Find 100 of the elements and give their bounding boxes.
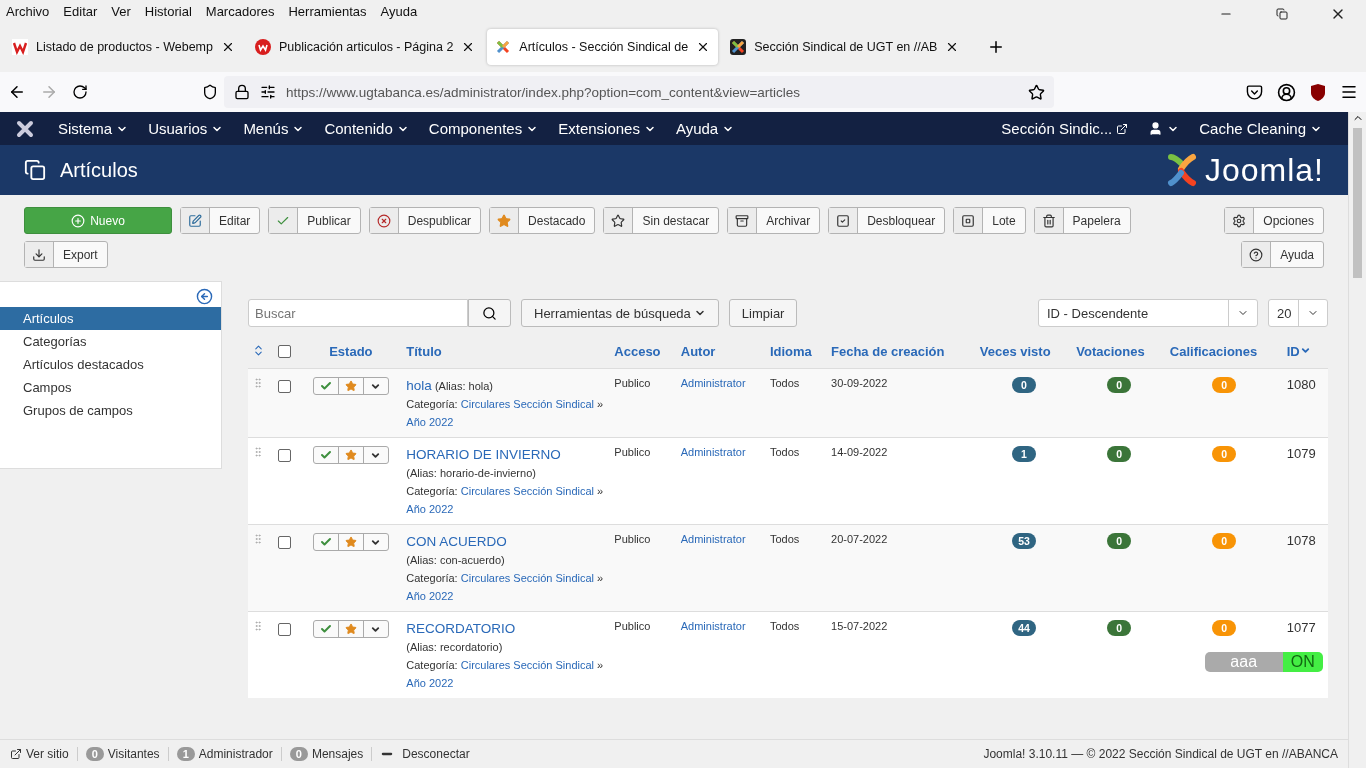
category-link[interactable]: Año 2022 — [406, 503, 454, 515]
category-link[interactable]: Circulares Sección Sindical — [460, 572, 595, 584]
row-checkbox[interactable] — [277, 623, 291, 636]
column-header[interactable]: Acceso — [614, 344, 661, 359]
column-header[interactable]: ID — [1286, 344, 1300, 359]
toolbar-button[interactable]: Lote — [953, 207, 1026, 234]
column-header[interactable]: Estado — [329, 344, 373, 359]
sidebar-item[interactable]: Campos — [0, 376, 221, 399]
row-checkbox[interactable] — [277, 449, 291, 462]
sidebar-item[interactable]: Grupos de campos — [0, 399, 221, 422]
search-field[interactable]: Buscar — [248, 299, 468, 327]
joomla-icon[interactable] — [16, 119, 34, 138]
nav-menu-item[interactable]: Sistema — [48, 120, 139, 137]
sidebar-item[interactable]: Artículos destacados — [0, 353, 221, 376]
cache-menu[interactable]: Cache Cleaning — [1189, 120, 1332, 137]
featured-icon[interactable] — [344, 380, 357, 392]
logout-link[interactable]: Desconectar — [402, 747, 470, 761]
author-link[interactable]: Administrator — [680, 377, 746, 389]
ordering-select[interactable]: ID - Descendente — [1038, 299, 1258, 327]
category-link[interactable]: Año 2022 — [406, 416, 454, 428]
drag-handle-icon[interactable] — [252, 446, 264, 458]
drag-handle-icon[interactable] — [252, 533, 264, 545]
sidebar-item[interactable]: Categorías — [0, 330, 221, 353]
menu-item[interactable]: Editar — [63, 3, 98, 19]
drag-handle-icon[interactable] — [252, 620, 264, 632]
published-icon[interactable] — [319, 380, 332, 392]
menu-item[interactable]: Ver — [111, 3, 131, 19]
nav-menu-item[interactable]: Contenido — [314, 120, 419, 137]
nav-menu-item[interactable]: Ayuda — [665, 120, 745, 137]
pocket-icon[interactable] — [1246, 83, 1263, 101]
category-link[interactable]: Circulares Sección Sindical — [460, 659, 595, 671]
column-header[interactable]: Votaciones — [1076, 344, 1145, 359]
shield-icon[interactable] — [202, 84, 218, 100]
row-checkbox[interactable] — [277, 380, 291, 393]
view-site-link[interactable]: Ver sitio — [26, 747, 69, 761]
toolbar-button[interactable]: Despublicar — [368, 207, 482, 234]
column-header[interactable]: Idioma — [769, 344, 812, 359]
published-icon[interactable] — [319, 623, 332, 635]
menu-item[interactable]: Marcadores — [205, 3, 275, 19]
reload-icon[interactable] — [72, 84, 88, 100]
sort-icon[interactable] — [252, 343, 265, 357]
column-header[interactable]: Fecha de creación — [831, 344, 945, 359]
article-title-link[interactable]: hola — [406, 378, 432, 393]
toolbar-button[interactable]: Desbloquear — [828, 207, 946, 234]
author-link[interactable]: Administrator — [680, 533, 746, 545]
address-bar[interactable]: https://www.ugtabanca.es/administrator/index.php?option=com_content&view=articles — [224, 76, 1054, 108]
drag-handle-icon[interactable] — [252, 377, 264, 389]
article-title-link[interactable]: CON ACUERDO — [406, 534, 507, 549]
toolbar-button[interactable]: Papelera — [1033, 207, 1131, 234]
site-link[interactable]: Sección Sindic... — [991, 120, 1139, 137]
category-link[interactable]: Circulares Sección Sindical — [460, 398, 595, 410]
back-icon[interactable] — [8, 83, 26, 101]
author-link[interactable]: Administrator — [680, 446, 746, 458]
browser-tab[interactable]: Artículos - Sección Sindical de — [487, 29, 719, 65]
shield-icon[interactable] — [1310, 83, 1326, 101]
toolbar-button[interactable]: Archivar — [727, 207, 821, 234]
nav-menu-item[interactable]: Extensiones — [548, 120, 666, 137]
column-header[interactable]: Título — [406, 344, 442, 359]
menu-item[interactable]: Historial — [144, 3, 192, 19]
browser-tab[interactable]: Listado de productos - Webemp — [4, 29, 243, 65]
toolbar-button[interactable]: Editar — [180, 207, 261, 234]
clear-button[interactable]: Limpiar — [728, 299, 798, 327]
featured-icon[interactable] — [344, 623, 357, 635]
column-header[interactable]: Veces visto — [979, 344, 1051, 359]
toolbar-button[interactable]: Export — [24, 241, 108, 268]
toolbar-button[interactable]: Destacado — [489, 207, 596, 234]
bookmark-star-icon[interactable] — [1028, 83, 1045, 101]
scrollbar-thumb[interactable] — [1353, 128, 1362, 278]
toolbar-button[interactable]: Sin destacar — [603, 207, 720, 234]
menu-item[interactable]: Herramientas — [288, 3, 367, 19]
sidebar-item[interactable]: Artículos — [0, 307, 221, 330]
author-link[interactable]: Administrator — [680, 620, 746, 632]
menu-item[interactable]: Archivo — [6, 3, 50, 19]
account-icon[interactable] — [1277, 82, 1296, 102]
column-header[interactable]: Autor — [680, 344, 716, 359]
select-all-checkbox[interactable] — [277, 345, 291, 358]
browser-tab[interactable]: Sección Sindical de UGT en //AB — [722, 29, 968, 65]
messages-link[interactable]: Mensajes — [311, 747, 364, 761]
category-link[interactable]: Año 2022 — [406, 677, 454, 689]
limit-select[interactable]: 20 — [1268, 299, 1328, 327]
nav-menu-item[interactable]: Menús — [233, 120, 315, 137]
column-header[interactable]: Calificaciones — [1169, 344, 1258, 359]
category-link[interactable]: Circulares Sección Sindical — [460, 485, 595, 497]
toolbar-button[interactable]: Publicar — [268, 207, 361, 234]
published-icon[interactable] — [319, 536, 332, 548]
menu-icon[interactable] — [1340, 83, 1358, 101]
article-title-link[interactable]: RECORDATORIO — [406, 621, 516, 636]
toolbar-button[interactable]: Opciones — [1224, 207, 1324, 234]
featured-icon[interactable] — [344, 449, 357, 461]
article-title-link[interactable]: HORARIO DE INVIERNO — [406, 447, 561, 462]
featured-icon[interactable] — [344, 536, 357, 548]
nav-menu-item[interactable]: Componentes — [418, 120, 549, 137]
collapse-icon[interactable] — [196, 288, 213, 305]
toolbar-button[interactable]: Ayuda — [1241, 241, 1324, 268]
search-tools-button[interactable]: Herramientas de búsqueda — [521, 299, 719, 327]
browser-tab[interactable]: Publicación articulos - Página 2 — [246, 29, 484, 65]
search-button[interactable] — [468, 299, 511, 327]
row-checkbox[interactable] — [277, 536, 291, 549]
menu-item[interactable]: Ayuda — [380, 3, 418, 19]
nav-menu-item[interactable]: Usuarios — [138, 120, 234, 137]
